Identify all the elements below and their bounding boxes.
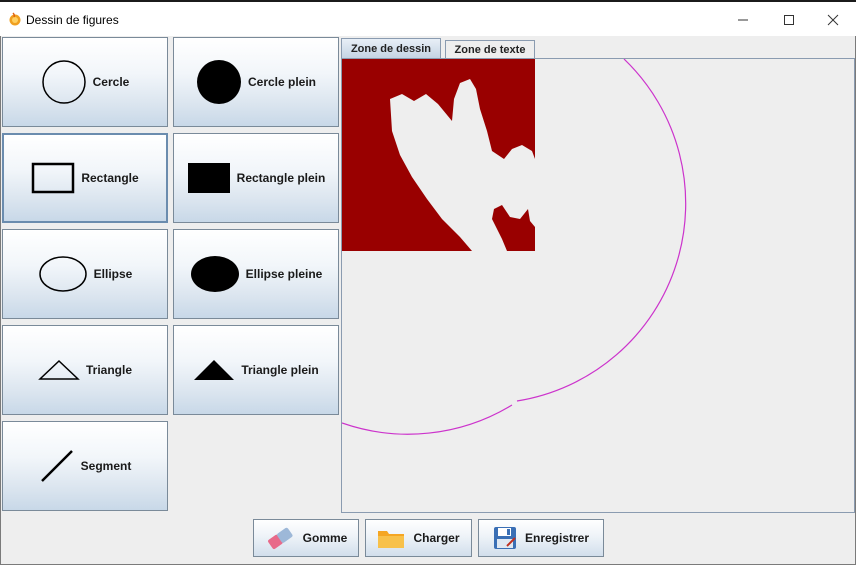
tab-zone-de-dessin[interactable]: Zone de dessin xyxy=(341,38,441,58)
folder-icon xyxy=(378,531,405,548)
triangle-button[interactable]: Triangle xyxy=(2,325,168,415)
tab-zone-de-texte[interactable]: Zone de texte xyxy=(445,40,535,58)
triangle-label: Triangle xyxy=(85,363,132,377)
cercle-label: Cercle xyxy=(92,75,130,89)
triangle-outline-icon xyxy=(38,359,80,380)
rectangle-label: Rectangle xyxy=(81,171,139,185)
magenta-circle-arc-lower xyxy=(342,404,513,435)
ellipse-pleine-button[interactable]: Ellipse pleine xyxy=(173,229,339,319)
segment-button[interactable]: Segment xyxy=(2,421,168,511)
triangle-filled-icon xyxy=(194,360,235,380)
ellipse-label: Ellipse xyxy=(93,267,133,281)
rectangle-filled-icon xyxy=(187,163,230,193)
close-button[interactable] xyxy=(810,4,856,36)
ellipse-pleine-label: Ellipse pleine xyxy=(245,267,323,281)
charger-button[interactable]: Charger xyxy=(365,519,472,557)
main-panel: Cercle Rectangle Ellipse Triangle Segmen… xyxy=(0,36,856,565)
java-app-icon xyxy=(9,12,21,26)
ellipse-button[interactable]: Ellipse xyxy=(2,229,168,319)
cercle-plein-button[interactable]: Cercle plein xyxy=(173,37,339,127)
maximize-icon xyxy=(784,15,794,25)
ellipse-outline-icon xyxy=(38,256,87,292)
close-icon xyxy=(827,14,839,26)
rectangle-outline-icon xyxy=(32,162,75,194)
rectangle-plein-label: Rectangle plein xyxy=(236,171,326,185)
eraser-icon xyxy=(267,527,293,550)
maximize-button[interactable] xyxy=(766,4,812,36)
circle-outline-icon xyxy=(41,60,86,104)
window-title: Dessin de figures xyxy=(26,13,119,27)
rectangle-plein-button[interactable]: Rectangle plein xyxy=(173,133,339,223)
enregistrer-button[interactable]: Enregistrer xyxy=(478,519,604,557)
ellipse-filled-icon xyxy=(190,256,239,292)
cercle-button[interactable]: Cercle xyxy=(2,37,168,127)
charger-label: Charger xyxy=(413,531,460,545)
drawing-surface xyxy=(342,59,687,435)
magenta-circle-arc xyxy=(516,59,687,402)
segment-icon xyxy=(40,450,73,482)
minimize-icon xyxy=(738,19,748,21)
minimize-button[interactable] xyxy=(720,4,766,36)
gomme-button[interactable]: Gomme xyxy=(253,519,359,557)
drawing-canvas[interactable] xyxy=(341,58,855,513)
circle-filled-icon xyxy=(196,60,241,104)
gomme-label: Gomme xyxy=(302,531,348,545)
cercle-plein-label: Cercle plein xyxy=(247,75,317,89)
title-bar[interactable]: Dessin de figures xyxy=(0,2,856,36)
enregistrer-label: Enregistrer xyxy=(524,531,590,545)
triangle-plein-label: Triangle plein xyxy=(241,363,319,377)
rectangle-button[interactable]: Rectangle xyxy=(2,133,168,223)
triangle-plein-button[interactable]: Triangle plein xyxy=(173,325,339,415)
save-icon xyxy=(493,527,516,549)
segment-label: Segment xyxy=(80,459,132,473)
